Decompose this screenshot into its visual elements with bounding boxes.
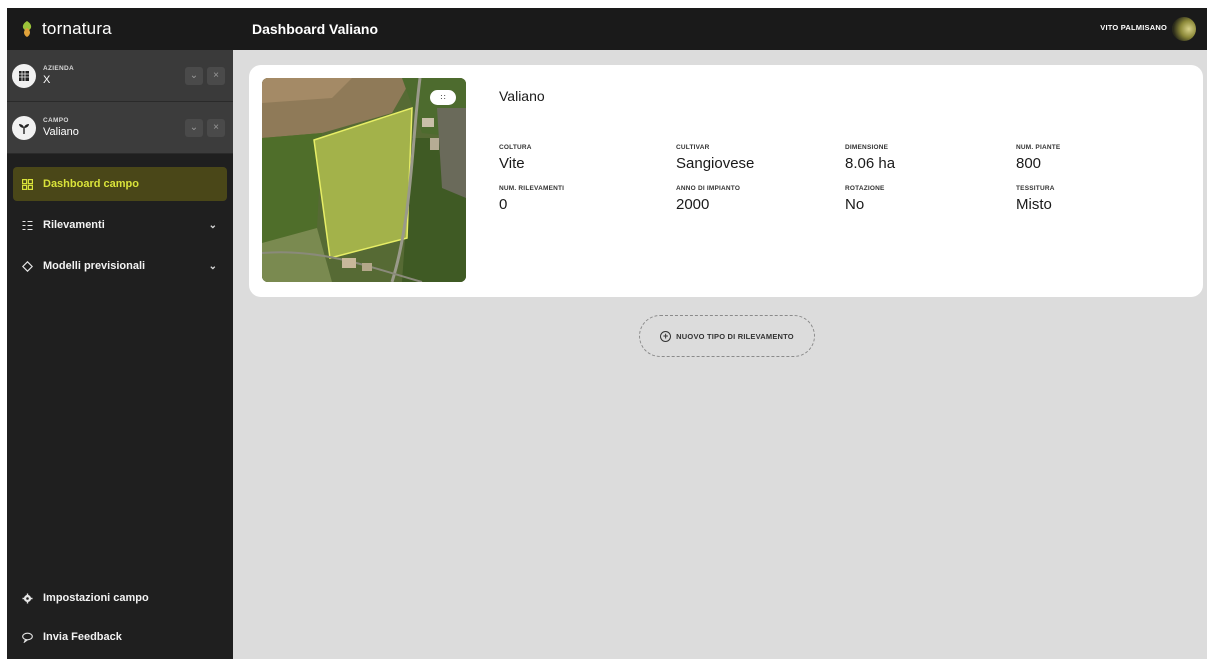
sprout-icon: [12, 115, 36, 140]
stat-num-rilevamenti: NUM. RILEVAMENTI 0: [499, 185, 565, 213]
nav-item-impostazioni-campo[interactable]: Impostazioni campo: [13, 581, 227, 615]
sidebar: tornatura AZIENDA X ⌄ × CAMPO Valiano ⌄ …: [7, 8, 233, 659]
chevron-down-icon[interactable]: ⌄: [209, 220, 217, 231]
company-selector[interactable]: AZIENDA X ⌄ ×: [7, 50, 233, 102]
company-value: X: [43, 74, 51, 87]
chevron-down-icon[interactable]: ⌄: [185, 66, 203, 85]
nav-item-invia-feedback[interactable]: Invia Feedback: [13, 620, 227, 654]
close-icon[interactable]: ×: [207, 66, 225, 85]
stat-anno-di-impianto: ANNO DI IMPIANTO 2000: [676, 185, 741, 213]
field-selector[interactable]: CAMPO Valiano ⌄ ×: [7, 102, 233, 154]
nav-item-modelli-previsionali[interactable]: Modelli previsionali ⌄: [13, 249, 227, 283]
field-card: ∷ Valiano COLTURA Vite CULTIVAR Sangiove…: [249, 65, 1203, 297]
stat-coltura: COLTURA Vite: [499, 144, 532, 172]
nav-item-label: Dashboard campo: [43, 178, 139, 190]
nav-item-label: Impostazioni campo: [43, 592, 149, 604]
nav-item-rilevamenti[interactable]: Rilevamenti ⌄: [13, 208, 227, 242]
field-name: Valiano: [499, 88, 545, 104]
chevron-down-icon[interactable]: ⌄: [209, 261, 217, 272]
nav-item-label: Invia Feedback: [43, 631, 122, 643]
main-nav: Dashboard campo Rilevamenti ⌄ Modelli pr…: [7, 154, 233, 283]
brand-name: tornatura: [42, 19, 112, 38]
chat-icon: [20, 632, 34, 643]
avatar[interactable]: [1172, 17, 1196, 41]
expand-map-icon[interactable]: ∷: [430, 90, 456, 105]
leaf-icon: [22, 21, 32, 37]
user-name[interactable]: VITO PALMISANO: [1100, 23, 1167, 32]
app-window: tornatura AZIENDA X ⌄ × CAMPO Valiano ⌄ …: [7, 8, 1207, 659]
field-map-thumbnail[interactable]: ∷: [262, 78, 466, 282]
diamond-icon: [20, 260, 34, 272]
farm-icon: [12, 63, 36, 88]
stat-dimensione: DIMENSIONE 8.06 ha: [845, 144, 896, 172]
close-icon[interactable]: ×: [207, 118, 225, 137]
grid-icon: [20, 178, 34, 190]
nav-item-dashboard[interactable]: Dashboard campo: [13, 167, 227, 201]
nav-item-label: Rilevamenti: [43, 219, 105, 231]
gear-icon: [20, 593, 34, 604]
field-value: Valiano: [43, 126, 79, 139]
plus-circle-icon: +: [660, 330, 672, 342]
stat-num-piante: NUM. PIANTE 800: [1016, 144, 1061, 172]
page-title: Dashboard Valiano: [252, 21, 379, 37]
stat-cultivar: CULTIVAR Sangiovese: [676, 144, 755, 172]
field-label: CAMPO: [43, 116, 69, 124]
bottom-nav: Impostazioni campo Invia Feedback: [13, 581, 227, 659]
stat-tessitura: TESSITURA Misto: [1016, 185, 1055, 213]
new-survey-type-label: NUOVO TIPO DI RILEVAMENTO: [676, 331, 794, 341]
brand[interactable]: tornatura: [7, 8, 233, 50]
company-label: AZIENDA: [43, 64, 74, 72]
satellite-map-image: [262, 78, 466, 282]
new-survey-type-button[interactable]: + NUOVO TIPO DI RILEVAMENTO: [639, 315, 815, 357]
list-icon: [20, 220, 34, 231]
stat-rotazione: ROTAZIONE No: [845, 185, 885, 213]
chevron-down-icon[interactable]: ⌄: [185, 118, 203, 137]
top-bar: Dashboard Valiano VITO PALMISANO: [233, 8, 1207, 50]
nav-item-label: Modelli previsionali: [43, 260, 146, 272]
